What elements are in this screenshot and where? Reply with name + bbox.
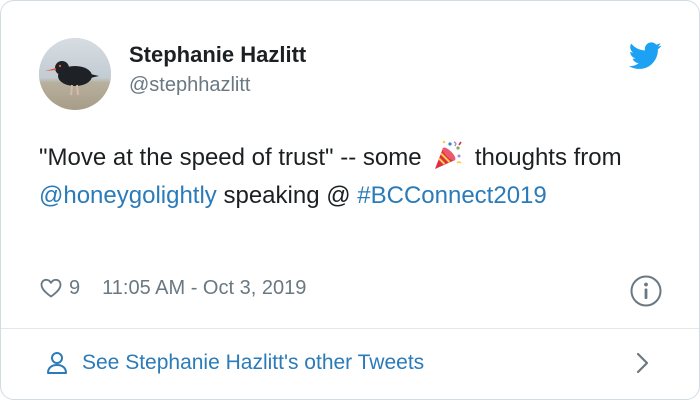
timestamp[interactable]: 11:05 AM - Oct 3, 2019 bbox=[102, 277, 306, 300]
twitter-bird-icon[interactable] bbox=[629, 42, 662, 70]
like-count[interactable]: 9 bbox=[69, 277, 80, 300]
info-icon[interactable] bbox=[629, 274, 663, 308]
embedded-tweet-card: Stephanie Hazlitt @stephhazlitt "Move at… bbox=[0, 0, 700, 400]
mention-link[interactable]: @honeygolightly bbox=[39, 182, 217, 209]
chevron-right-icon[interactable] bbox=[635, 351, 651, 375]
tweet-meta: 9 11:05 AM - Oct 3, 2019 bbox=[39, 273, 306, 303]
tweet-text-part3: speaking @ bbox=[223, 182, 351, 209]
tweet-text-part2: thoughts from bbox=[474, 144, 622, 171]
other-tweets-label[interactable]: See Stephanie Hazlitt's other Tweets bbox=[82, 351, 424, 375]
author-handle[interactable]: @stephhazlitt bbox=[129, 72, 250, 98]
avatar[interactable] bbox=[39, 38, 111, 110]
divider bbox=[1, 328, 699, 329]
tweet-text: "Move at the speed of trust" -- some tho… bbox=[39, 139, 679, 215]
tweet-text-part1: "Move at the speed of trust" -- some bbox=[39, 144, 422, 171]
person-icon bbox=[47, 352, 67, 374]
heart-icon[interactable] bbox=[39, 276, 63, 300]
author-name[interactable]: Stephanie Hazlitt bbox=[129, 41, 306, 69]
other-tweets-link[interactable]: See Stephanie Hazlitt's other Tweets bbox=[46, 346, 424, 380]
party-popper-emoji bbox=[435, 140, 462, 169]
hashtag-link[interactable]: #BCConnect2019 bbox=[357, 182, 546, 209]
